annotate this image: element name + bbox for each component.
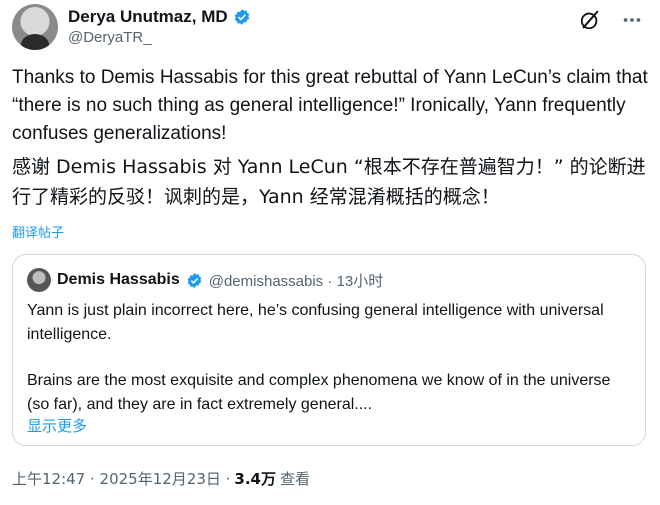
tweet-meta: 上午12:47 · 2025年12月23日 · 3.4万 查看 xyxy=(12,468,310,489)
tweet-header: Derya Unutmaz, MD @DeryaTR_ xyxy=(12,4,648,52)
views-label: 查看 xyxy=(280,470,311,488)
header-actions xyxy=(578,8,644,32)
translate-post-link[interactable]: 翻译帖子 xyxy=(12,222,64,241)
verified-badge-icon xyxy=(234,9,249,25)
author-handle[interactable]: @DeryaTR_ xyxy=(68,29,152,46)
quoted-avatar[interactable] xyxy=(27,268,51,292)
quoted-tweet-card[interactable]: Demis Hassabis @demishassabis · 13小时 Yan… xyxy=(12,254,646,446)
more-dots-icon[interactable] xyxy=(620,8,644,32)
verified-badge-icon xyxy=(187,272,202,288)
avatar[interactable] xyxy=(12,4,58,50)
slash-circle-icon[interactable] xyxy=(578,8,602,32)
author-name-row: Derya Unutmaz, MD xyxy=(68,7,251,27)
quoted-text-paragraph-2: Brains are the most exquisite and comple… xyxy=(27,372,611,413)
author-display-name[interactable]: Derya Unutmaz, MD xyxy=(68,7,228,27)
views-count: 3.4万 xyxy=(234,470,276,488)
timestamp[interactable]: 上午12:47 · 2025年12月23日 · xyxy=(12,468,230,489)
quoted-display-name[interactable]: Demis Hassabis xyxy=(57,271,180,289)
tweet-text-chinese: 感谢 Demis Hassabis 对 Yann LeCun “根本不存在普遍智… xyxy=(12,156,646,208)
show-more-link[interactable]: 显示更多 xyxy=(27,415,87,436)
tweet-text-english: Thanks to Demis Hassabis for this great … xyxy=(12,67,648,144)
quoted-tweet-header: Demis Hassabis @demishassabis · 13小时 xyxy=(27,268,383,292)
quoted-text-paragraph-1: Yann is just plain incorrect here, he’s … xyxy=(27,302,604,343)
quoted-handle-time: @demishassabis · 13小时 xyxy=(208,272,384,290)
